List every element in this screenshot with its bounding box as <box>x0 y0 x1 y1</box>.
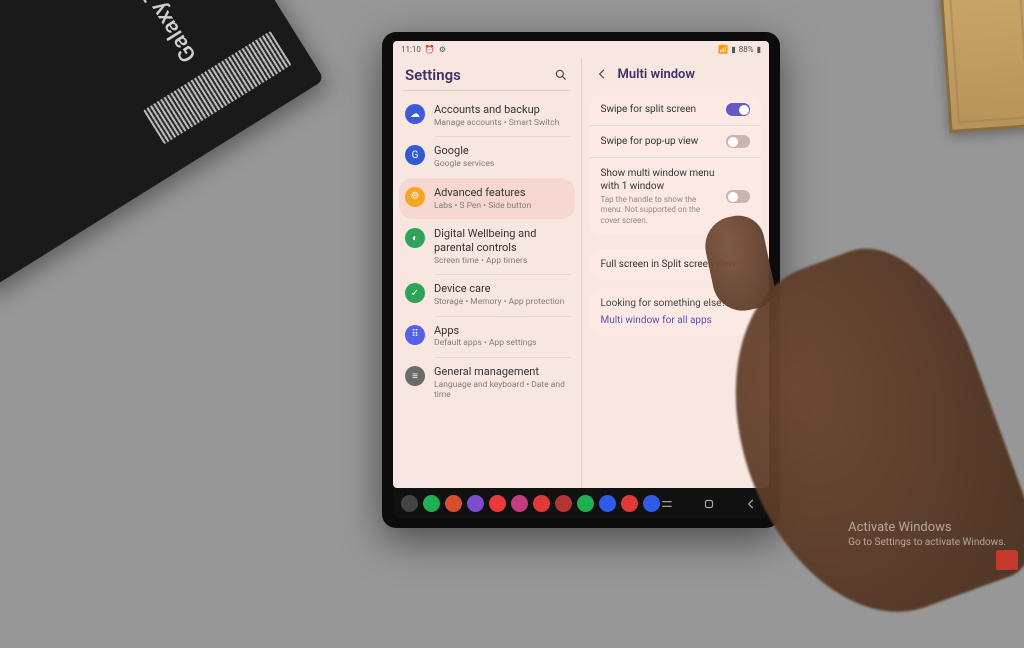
menu-item-icon: ◐ <box>405 228 425 248</box>
toggle-switch[interactable] <box>726 190 750 203</box>
settings-status-icon: ⚙ <box>439 45 446 54</box>
settings-menu-list: ☁ Accounts and backupManage accounts • Sm… <box>393 91 581 488</box>
battery-icon: ▮ <box>757 45 761 54</box>
option-row[interactable]: Swipe for pop-up view <box>590 125 762 157</box>
menu-item-icon: ≡ <box>405 366 425 386</box>
menu-item-title: Google <box>434 144 569 158</box>
watermark-title: Activate Windows <box>848 520 1006 535</box>
dock-app-icon[interactable] <box>489 495 506 512</box>
settings-left-pane: Settings ☁ Accounts and backupManage acco… <box>393 58 582 488</box>
menu-item-sub: Google services <box>434 159 569 170</box>
product-box-label: Galaxy Z Fold6 <box>104 0 202 67</box>
settings-menu-item[interactable]: ✓ Device careStorage • Memory • App prote… <box>393 274 581 315</box>
menu-item-icon: ⚙ <box>405 187 425 207</box>
detail-title: Multi window <box>618 67 696 82</box>
wooden-jig-prop <box>939 0 1024 133</box>
barcode-sticker <box>143 31 291 144</box>
menu-item-sub: Screen time • App timers <box>434 256 569 267</box>
app-dock <box>393 488 769 519</box>
nav-recents-button[interactable] <box>660 497 674 511</box>
battery-text: 88% <box>739 45 754 54</box>
toggle-switch[interactable] <box>726 135 750 148</box>
dock-apps-row <box>401 495 660 512</box>
status-bar: 11:10 ⏰ ⚙ 📶 ▮ 88% ▮ <box>393 41 769 58</box>
dock-app-icon[interactable] <box>423 495 440 512</box>
settings-menu-item[interactable]: G GoogleGoogle services <box>393 136 581 177</box>
menu-item-icon: ✓ <box>405 283 425 303</box>
settings-title: Settings <box>405 66 545 84</box>
dock-app-icon[interactable] <box>621 495 638 512</box>
menu-item-title: General management <box>434 365 569 379</box>
dock-app-icon[interactable] <box>533 495 550 512</box>
back-button[interactable] <box>594 66 610 82</box>
settings-menu-item[interactable]: ⚙ Advanced featuresLabs • S Pen • Side bu… <box>399 178 575 219</box>
alarm-icon: ⏰ <box>425 45 435 54</box>
watermark-sub: Go to Settings to activate Windows. <box>848 537 1006 548</box>
menu-item-title: Accounts and backup <box>434 103 569 117</box>
wifi-icon: 📶 <box>718 45 728 54</box>
nav-back-button[interactable] <box>744 497 758 511</box>
toggle-option-group: Swipe for split screen Swipe for pop-up v… <box>590 94 762 235</box>
dock-app-icon[interactable] <box>445 495 462 512</box>
menu-item-sub: Manage accounts • Smart Switch <box>434 118 569 129</box>
menu-item-sub: Storage • Memory • App protection <box>434 297 569 308</box>
dock-app-icon[interactable] <box>555 495 572 512</box>
option-title: Swipe for pop-up view <box>601 135 719 148</box>
option-row[interactable]: Swipe for split screen <box>590 94 762 125</box>
menu-item-title: Digital Wellbeing and parental controls <box>434 227 569 255</box>
option-sub: Tap the handle to show the menu. Not sup… <box>601 195 719 226</box>
menu-item-title: Device care <box>434 282 569 296</box>
dock-app-icon[interactable] <box>577 495 594 512</box>
menu-item-icon: ☁ <box>405 104 425 124</box>
settings-menu-item[interactable]: ⠿ AppsDefault apps • App settings <box>393 316 581 357</box>
dock-app-icon[interactable] <box>467 495 484 512</box>
tray-badge-icon <box>996 550 1018 570</box>
status-time: 11:10 <box>401 45 421 54</box>
menu-item-icon: G <box>405 145 425 165</box>
dock-app-icon[interactable] <box>599 495 616 512</box>
option-title: Show multi window menu with 1 window <box>601 167 719 193</box>
menu-item-sub: Default apps • App settings <box>434 338 569 349</box>
multi-window-all-apps-link[interactable]: Multi window for all apps <box>601 315 751 326</box>
windows-watermark: Activate Windows Go to Settings to activ… <box>848 520 1006 548</box>
settings-menu-item[interactable]: ◐ Digital Wellbeing and parental controls… <box>393 219 581 274</box>
toggle-switch[interactable] <box>726 103 750 116</box>
product-box-prop: Galaxy Z Fold6 <box>0 0 324 292</box>
settings-menu-item[interactable]: ☁ Accounts and backupManage accounts • Sm… <box>393 95 581 136</box>
dock-app-icon[interactable] <box>511 495 528 512</box>
menu-item-sub: Labs • S Pen • Side button <box>434 201 569 212</box>
nav-home-button[interactable] <box>702 497 716 511</box>
menu-item-icon: ⠿ <box>405 325 425 345</box>
menu-item-title: Apps <box>434 324 569 338</box>
dock-app-icon[interactable] <box>401 495 418 512</box>
menu-item-title: Advanced features <box>434 186 569 200</box>
dock-app-icon[interactable] <box>643 495 660 512</box>
option-title: Swipe for split screen <box>601 103 719 116</box>
search-button[interactable] <box>553 67 569 83</box>
menu-item-sub: Language and keyboard • Date and time <box>434 380 569 401</box>
signal-icon: ▮ <box>731 45 735 54</box>
settings-menu-item[interactable]: ≡ General managementLanguage and keyboard… <box>393 357 581 409</box>
